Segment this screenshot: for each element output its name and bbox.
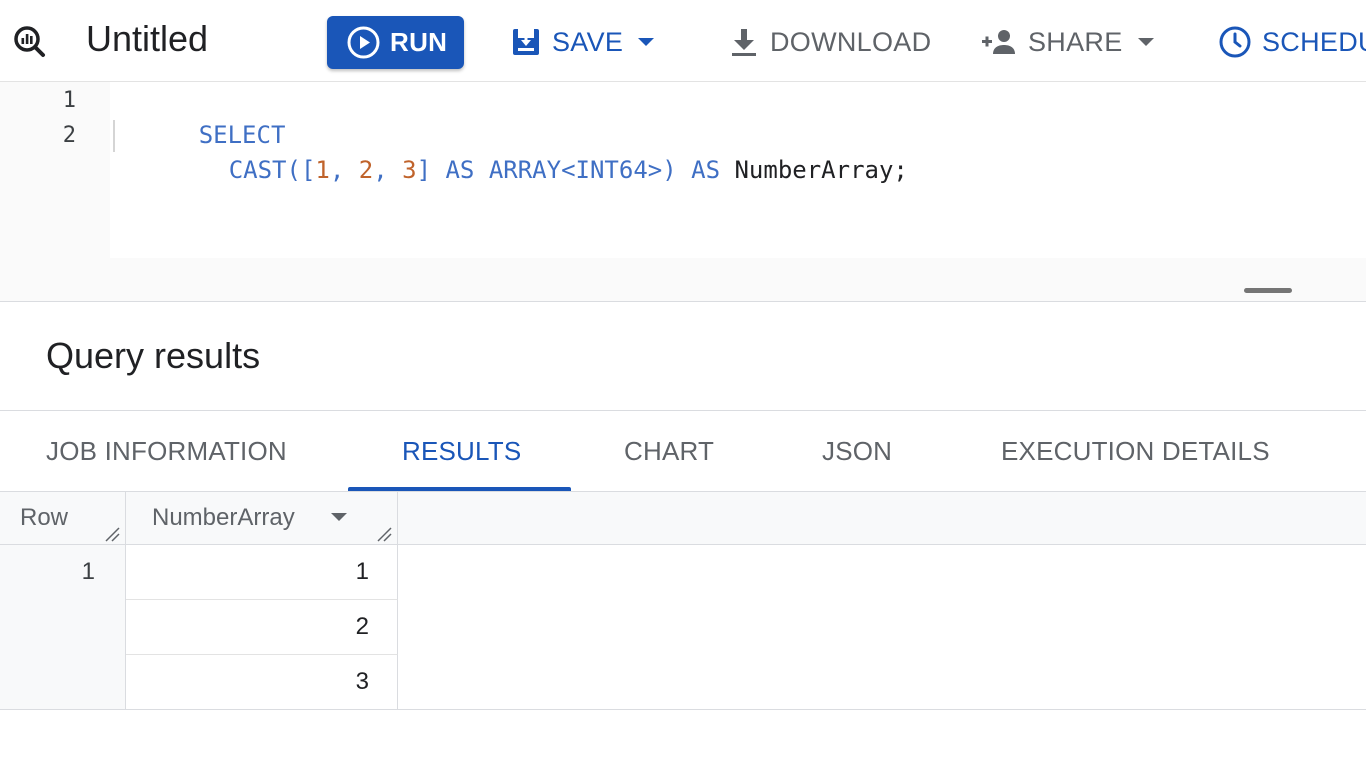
person-add-icon (982, 30, 1015, 54)
schedule-button-label: SCHEDU (1262, 26, 1366, 57)
sql-identifier: NumberArray (734, 156, 894, 184)
editor-resize-handle[interactable] (1244, 288, 1292, 293)
column-header-label: NumberArray (152, 504, 295, 531)
results-title: Query results (46, 335, 261, 376)
table-header: Row NumberArray (0, 492, 1366, 545)
table-cell[interactable]: 1 (126, 545, 398, 600)
cell-value: 2 (355, 613, 369, 640)
tab-job-information[interactable]: JOB INFORMATION (46, 411, 287, 491)
clock-icon (1219, 26, 1251, 58)
column-header-numberarray[interactable]: NumberArray (126, 492, 398, 545)
results-tabs: JOB INFORMATION RESULTS CHART JSON EXECU… (0, 410, 1366, 492)
tab-chart[interactable]: CHART (624, 411, 714, 491)
cell-value: 3 (355, 668, 369, 695)
column-resize-icon[interactable] (104, 526, 120, 542)
sql-editor[interactable]: 1 2 SELECT CAST([1, 2, 3] AS ARRAY<INT64… (0, 82, 1366, 302)
share-button-label: SHARE (1028, 26, 1123, 57)
sql-number: 2 (358, 156, 374, 184)
chevron-down-icon (1137, 38, 1154, 46)
sql-number: 3 (402, 156, 417, 184)
download-button-label: DOWNLOAD (770, 26, 932, 57)
share-button[interactable]: SHARE (980, 20, 1155, 64)
code-line-2: CAST([1, 2, 3] AS ARRAY<INT64>) AS Numbe… (142, 119, 908, 184)
table-bottom-border (0, 709, 1366, 710)
row-number: 1 (81, 558, 95, 585)
indent-guide (113, 120, 115, 152)
tab-json[interactable]: JSON (822, 411, 892, 491)
query-title[interactable]: Untitled (86, 18, 208, 60)
sql-punct: ; (893, 156, 908, 184)
run-button-label: RUN (390, 27, 448, 57)
column-resize-icon[interactable] (376, 526, 392, 542)
code-line-1: SELECT (112, 84, 286, 149)
download-button[interactable]: DOWNLOAD (728, 20, 931, 64)
query-magnifier-icon (14, 26, 45, 57)
line-number: 2 (62, 123, 76, 148)
download-icon (732, 29, 756, 56)
sql-keyword: ] AS ARRAY<INT64>) AS (416, 156, 735, 184)
active-tab-indicator (348, 487, 571, 491)
column-header-row[interactable]: Row (0, 492, 126, 545)
chevron-down-icon (638, 38, 655, 46)
editor-text-area[interactable]: SELECT CAST([1, 2, 3] AS ARRAY<INT64>) A… (110, 82, 1366, 258)
save-button[interactable]: SAVE (510, 20, 655, 64)
table-cell[interactable]: 3 (126, 655, 398, 710)
play-icon (347, 26, 380, 59)
tab-execution-details[interactable]: EXECUTION DETAILS (1001, 411, 1270, 491)
table-cell[interactable]: 2 (126, 600, 398, 655)
query-toolbar: Untitled RUN SAVE DOWNLOAD SHARE SCHED (0, 0, 1366, 82)
sql-number: 1 (315, 156, 330, 184)
save-button-label: SAVE (552, 26, 624, 57)
row-number-cell: 1 (0, 545, 126, 710)
cell-value: 1 (355, 558, 369, 585)
sort-arrow-icon[interactable] (330, 512, 348, 522)
tab-results[interactable]: RESULTS (402, 411, 521, 491)
sql-punct: , (373, 156, 403, 184)
save-icon (513, 29, 539, 55)
run-button[interactable]: RUN (327, 16, 464, 69)
sql-keyword: CAST([ (228, 156, 316, 184)
line-number: 1 (62, 88, 76, 113)
sql-punct: , (329, 156, 359, 184)
schedule-button[interactable]: SCHEDU (1218, 20, 1366, 64)
column-header-label: Row (20, 504, 69, 531)
